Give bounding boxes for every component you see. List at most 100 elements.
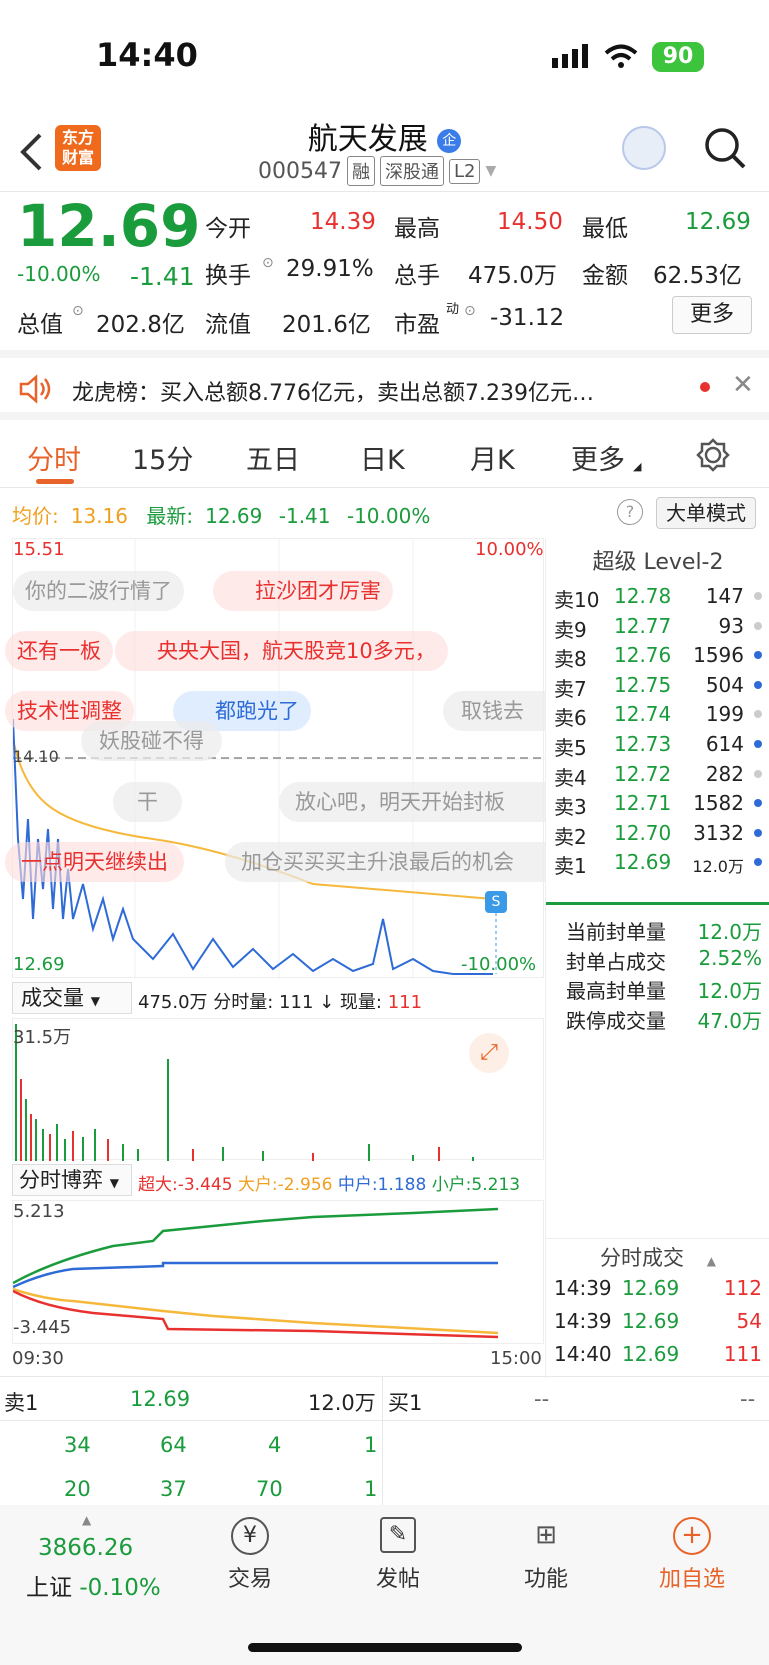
chart-tabs: 分时 15分 五日 日K 月K 更多 ◢ (0, 420, 769, 488)
level-volume: 1582 (693, 791, 744, 816)
trade-price: 12.69 (622, 1276, 680, 1300)
value-float-cap: 201.6亿 (282, 312, 371, 338)
level2-title: 超级 Level-2 (592, 550, 724, 575)
order-dot (754, 621, 762, 630)
seal-stat-row: 当前封单量 12.0万 (546, 916, 769, 946)
tab-underline (36, 479, 74, 484)
expand-icon[interactable]: ⤢ (469, 1033, 509, 1073)
volume-chart[interactable]: 31.5万 ⤢ (12, 1018, 544, 1161)
value-volume: 475.0万 (468, 263, 557, 289)
price-change-pct: -10.00% (17, 262, 101, 286)
chart-bottom-pct: -10.00% (461, 954, 537, 975)
latest-pct: -10.00% (346, 504, 431, 528)
tag-l2: L2 (448, 158, 481, 184)
buy1-price: -- (534, 1387, 550, 1411)
buy1-label: 买1 (388, 1391, 423, 1415)
sell1-label: 卖1 (4, 1391, 39, 1415)
level-price: 12.77 (614, 613, 672, 638)
stat-label: 跌停成交量 (566, 1008, 666, 1033)
more-button[interactable]: 更多 (672, 296, 752, 334)
divider (546, 1238, 769, 1239)
trade-row: 14:39 12.69 54 (546, 1309, 769, 1339)
stock-code-row[interactable]: 000547 融 深股通 L2 ▼ (258, 156, 496, 186)
price-change: -1.41 (130, 262, 195, 291)
stock-code: 000547 (258, 158, 342, 184)
level-volume: 614 (705, 732, 744, 756)
order-dot (754, 740, 762, 748)
index-value[interactable]: 3866.26 (38, 1535, 133, 1561)
flow-selector[interactable]: 分时博弈 ▼ (12, 1164, 132, 1196)
flow-super: 超大:-3.445 (138, 1175, 233, 1195)
search-icon[interactable] (703, 126, 747, 170)
assistant-robot-icon[interactable] (622, 126, 666, 170)
level-label: 卖3 (554, 795, 587, 820)
tab-15min[interactable]: 15分 (132, 438, 193, 477)
gear-icon[interactable] (696, 438, 730, 472)
order-book-row: 卖1 12.69 12.0万 (546, 850, 769, 880)
tab-daily-k[interactable]: 日K (360, 438, 405, 477)
level-volume: 12.0万 (692, 857, 744, 877)
trade-row: 14:39 12.69 112 (546, 1276, 769, 1306)
tab-5day[interactable]: 五日 (246, 438, 300, 477)
notice-bar[interactable]: 龙虎榜：买入总额8.776亿元，卖出总额7.239亿元… ✕ (0, 350, 769, 420)
order-dot (754, 651, 762, 660)
divider (382, 1377, 383, 1505)
order-book-row: 卖2 12.70 3132 (546, 821, 769, 851)
level-price: 12.75 (614, 672, 672, 697)
order-dot (754, 799, 762, 808)
level-label: 卖2 (554, 824, 587, 849)
intraday-chart[interactable]: 15.51 10.00% 14.10 12.69 -10.00% S 你的二波行… (5, 538, 545, 979)
flow-chart[interactable]: 5.213 -3.445 (12, 1200, 544, 1344)
index-summary[interactable]: 上证 -0.10% (26, 1568, 161, 1602)
unread-dot (700, 382, 710, 392)
flow-legend: 超大:-3.445 大户:-2.956 中户:1.188 小户:5.213 (138, 1170, 520, 1195)
stat-value: 2.52% (698, 945, 762, 970)
stat-label: 当前封单量 (566, 920, 666, 944)
big-order-mode-button[interactable]: 大单模式 (656, 497, 756, 529)
info-icon[interactable]: ⊙ (464, 303, 476, 319)
level-price: 12.78 (614, 584, 672, 608)
value-high: 14.50 (497, 209, 563, 235)
queue-value: 1 (364, 1477, 378, 1501)
sell1-volume: 12.0万 (308, 1391, 376, 1415)
close-icon[interactable]: ✕ (732, 370, 754, 400)
value-amount: 62.53亿 (653, 263, 742, 289)
help-icon[interactable]: ? (617, 499, 643, 525)
level-label: 卖8 (554, 647, 587, 672)
flow-lines (13, 1207, 499, 1339)
info-icon[interactable]: ⊙ (72, 303, 84, 319)
speaker-icon (19, 374, 51, 404)
trade-button[interactable]: ¥ 交易 (215, 1517, 285, 1593)
volume-info-text: 475.0万 分时量: 111 ↓ 现量: (138, 992, 382, 1013)
order-dot (754, 858, 762, 867)
value-low: 12.69 (685, 209, 751, 235)
trades-title[interactable]: 分时成交 ▲ (546, 1242, 769, 1272)
home-indicator (248, 1643, 522, 1652)
notice-text: 龙虎榜：买入总额8.776亿元，卖出总额7.239亿元… (72, 381, 594, 406)
sell-marker-icon[interactable]: S (485, 891, 507, 913)
trade-volume: 54 (736, 1309, 762, 1333)
tab-monthly-k[interactable]: 月K (470, 438, 515, 477)
add-watchlist-button[interactable]: + 加自选 (652, 1517, 732, 1593)
avg-label: 均价: (12, 504, 59, 528)
bottom-bar: ▲ 3866.26 上证 -0.10% ¥ 交易 ✎ 发帖 ⊞ 功能 + 加自选 (0, 1505, 769, 1665)
flow-top-value: 5.213 (13, 1201, 65, 1222)
queue-value: 1 (364, 1433, 378, 1457)
info-icon[interactable]: ⊙ (262, 255, 274, 271)
function-button[interactable]: ⊞ 功能 (511, 1517, 581, 1593)
tag-connect: 深股通 (379, 156, 444, 186)
seal-stat-row: 最高封单量 12.0万 (546, 975, 769, 1005)
order-dot (754, 680, 762, 689)
trade-price: 12.69 (622, 1342, 680, 1366)
volume-selector[interactable]: 成交量 ▼ (12, 982, 132, 1014)
tab-more[interactable]: 更多 (571, 438, 625, 477)
volume-info: 475.0万 分时量: 111 ↓ 现量: 111 (138, 988, 422, 1014)
order-book-row: 卖5 12.73 614 (546, 732, 769, 762)
label-open: 今开 (205, 216, 251, 242)
post-button[interactable]: ✎ 发帖 (363, 1517, 433, 1593)
trade-price: 12.69 (622, 1309, 680, 1333)
tab-intraday[interactable]: 分时 (27, 438, 81, 477)
avg-price: 13.16 (70, 504, 129, 528)
danmu-bubble: 拉沙团才厉害 (213, 571, 393, 611)
label-pe: 市盈 (394, 312, 440, 338)
